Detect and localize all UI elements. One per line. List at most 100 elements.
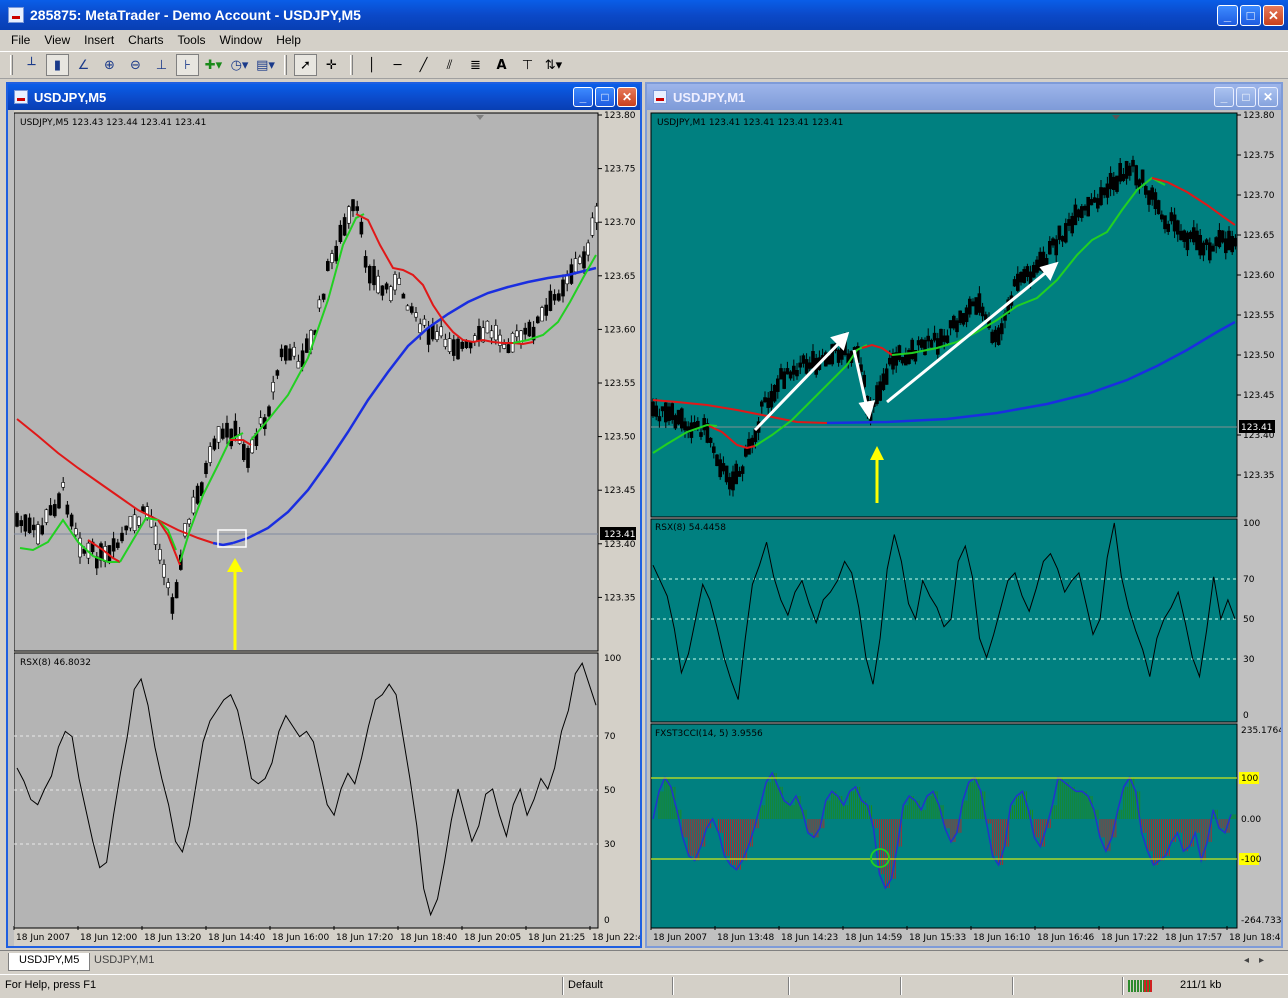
chart-canvas[interactable]: USDJPY,M1 123.41 123.41 123.41 123.41 12… [647, 110, 1281, 946]
price-tick-label: 123.80 [1243, 111, 1275, 121]
price-bar-body [422, 318, 427, 326]
chart-title-bar[interactable]: USDJPY,M5 _ □ ✕ [8, 84, 640, 110]
price-bar-body [233, 420, 238, 437]
fibonacci-icon[interactable]: ≣ [464, 54, 487, 76]
toolbar-grip[interactable] [10, 55, 13, 75]
text-label-icon[interactable]: ⊤ [516, 54, 539, 76]
main-title-bar[interactable]: 285875: MetaTrader - Demo Account - USDJ… [0, 0, 1288, 30]
price-bar-body [1089, 199, 1094, 206]
price-bar-body [363, 256, 368, 268]
equidistant-channel-icon[interactable]: ⫽ [438, 54, 461, 76]
price-bar-body [932, 332, 937, 341]
status-traffic: 211/1 kb [1180, 979, 1222, 991]
templates-icon[interactable]: ▤▾ [254, 54, 277, 76]
chart-minimize-button[interactable]: _ [573, 87, 593, 107]
maximize-button[interactable]: □ [1240, 5, 1261, 26]
zoom-out-icon[interactable]: ⊖ [124, 54, 147, 76]
price-bar-body [1188, 231, 1193, 240]
tab-usdjpy-m5[interactable]: USDJPY,M5 [8, 953, 91, 971]
price-bar-body [779, 368, 783, 380]
price-bar-body [1230, 235, 1235, 253]
price-tick-label: 123.40 [604, 540, 636, 550]
line-chart-icon[interactable]: ∠ [72, 54, 95, 76]
price-bar-body [702, 418, 707, 431]
menu-insert[interactable]: Insert [77, 33, 121, 47]
price-bar-body [48, 505, 53, 516]
price-bar-body [338, 224, 343, 243]
rsx-tick-label: 0 [1243, 711, 1249, 721]
chart-minimize-button[interactable]: _ [1214, 87, 1234, 107]
chart-maximize-button[interactable]: □ [1236, 87, 1256, 107]
price-bar-body [1012, 279, 1017, 287]
price-bar-body [1022, 269, 1027, 283]
tab-usdjpy-m1[interactable]: USDJPY,M1 [84, 953, 164, 971]
menu-window[interactable]: Window [213, 33, 270, 47]
periods-icon[interactable]: ◷▾ [228, 54, 251, 76]
arrows-icon[interactable]: ⇅▾ [542, 54, 565, 76]
price-bar-body [715, 454, 719, 467]
tab-scroll-arrows[interactable]: ◂▸ [1244, 955, 1274, 966]
status-separator [1122, 977, 1124, 995]
price-bar-body [1092, 197, 1097, 203]
chart-header: USDJPY,M1 123.41 123.41 123.41 123.41 [657, 118, 843, 128]
price-bar-body [1131, 159, 1135, 167]
price-bar-body [258, 417, 263, 425]
price-bar-body [679, 408, 684, 429]
price-bar-body [958, 310, 963, 324]
close-button[interactable]: ✕ [1263, 5, 1284, 26]
price-bar-body [792, 365, 796, 375]
minimize-button[interactable]: _ [1217, 5, 1238, 26]
price-bar-body [971, 301, 975, 307]
price-bar-body [1031, 265, 1036, 278]
crosshair-icon[interactable]: ✛ [320, 54, 343, 76]
price-bar-body [884, 368, 889, 385]
price-bar-body [283, 345, 288, 361]
chart-maximize-button[interactable]: □ [595, 87, 615, 107]
text-icon[interactable]: A [490, 54, 513, 76]
candlestick-icon[interactable]: ▮ [46, 54, 69, 76]
chart-close-button[interactable]: ✕ [1258, 87, 1278, 107]
price-bar-body [1134, 165, 1139, 186]
indicators-icon[interactable]: ✚▾ [202, 54, 225, 76]
horizontal-line-icon[interactable]: ─ [386, 54, 409, 76]
price-tick-label: 123.50 [1243, 351, 1275, 361]
chart-close-button[interactable]: ✕ [617, 87, 637, 107]
chart-window-usdjpy-m5[interactable]: USDJPY,M5 _ □ ✕ USDJPY,M5 123.43 123.44 … [6, 82, 642, 948]
price-tick-label: 123.60 [604, 325, 636, 335]
menu-tools[interactable]: Tools [171, 33, 213, 47]
price-bar-body [1153, 192, 1158, 210]
price-bar-body [964, 307, 969, 323]
price-bar-body [926, 335, 931, 342]
price-bar-body [174, 582, 179, 599]
price-bar-body [1054, 239, 1059, 256]
time-tick-label: 18 Jun 14:23 [781, 933, 838, 943]
trendline-icon[interactable]: ╱ [412, 54, 435, 76]
price-bar-body [393, 274, 397, 291]
price-bar-body [1086, 196, 1091, 217]
price-tick-label: 123.65 [1243, 231, 1275, 241]
autoscroll-icon[interactable]: ⊦ [176, 54, 199, 76]
price-bar-body [875, 385, 879, 405]
chart-shift-icon[interactable]: ⊥ [150, 54, 173, 76]
chart-window-title: USDJPY,M5 [34, 89, 107, 105]
chart-canvas[interactable]: USDJPY,M5 123.43 123.44 123.41 123.41 12… [8, 110, 640, 946]
menu-help[interactable]: Help [269, 33, 308, 47]
vertical-line-icon[interactable]: │ [360, 54, 383, 76]
price-tick-label: 123.55 [1243, 311, 1275, 321]
chart-window-usdjpy-m1[interactable]: USDJPY,M1 _ □ ✕ USDJPY,M1 123.41 123.41 … [645, 82, 1283, 948]
toolbar-grip-2[interactable] [284, 55, 287, 75]
price-bar-body [1067, 219, 1071, 226]
price-bar-body [468, 342, 473, 349]
bar-chart-icon[interactable]: ┴ [20, 54, 43, 76]
menu-charts[interactable]: Charts [121, 33, 170, 47]
menu-view[interactable]: View [37, 33, 77, 47]
price-bar-body [878, 381, 882, 401]
cursor-icon[interactable]: ➚ [294, 54, 317, 76]
zoom-in-icon[interactable]: ⊕ [98, 54, 121, 76]
chart-title-bar[interactable]: USDJPY,M1 _ □ ✕ [647, 84, 1281, 110]
price-bar-body [195, 485, 200, 504]
price-bar-body [27, 517, 32, 533]
toolbar-grip-3[interactable] [350, 55, 353, 75]
price-tick-label: 123.55 [604, 379, 636, 389]
menu-file[interactable]: File [4, 33, 37, 47]
